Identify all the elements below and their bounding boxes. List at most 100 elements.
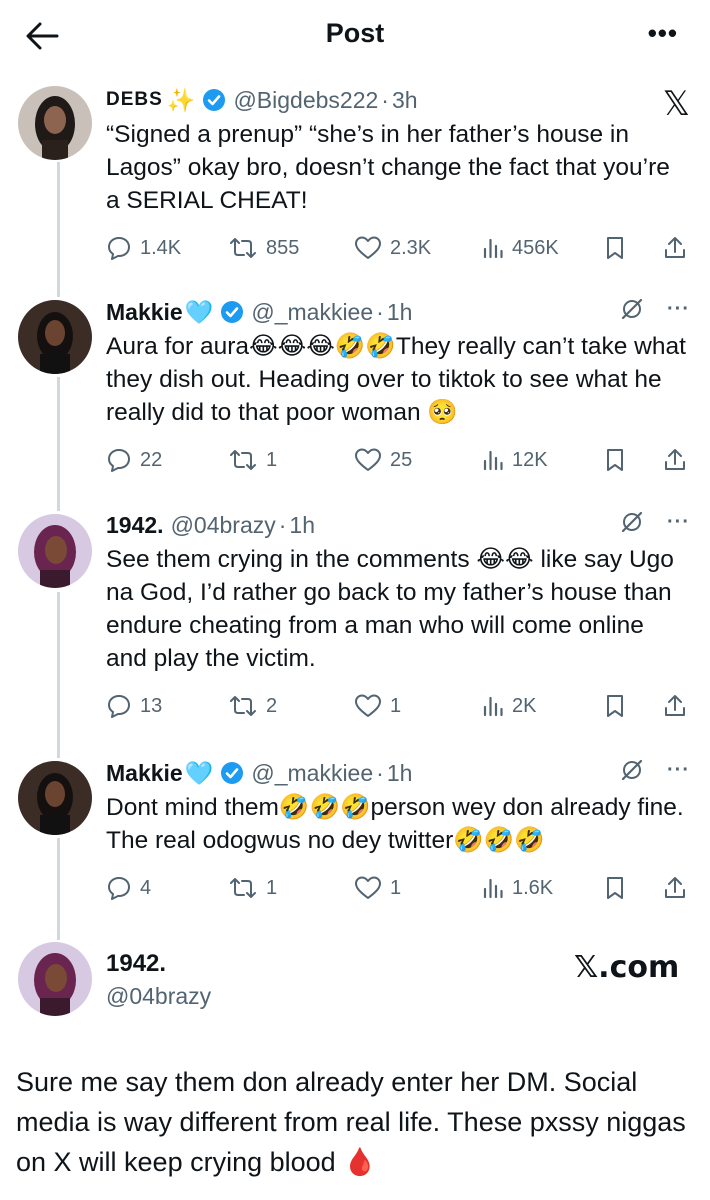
- like-count: 2.3K: [390, 236, 432, 259]
- author-handle[interactable]: @_makkiee: [251, 760, 373, 787]
- views-button[interactable]: 456K: [482, 231, 559, 265]
- avatar[interactable]: [18, 761, 92, 835]
- like-count: 25: [390, 448, 413, 471]
- repost-icon: [230, 878, 256, 898]
- author-name[interactable]: Makkie: [106, 299, 183, 326]
- repost-button[interactable]: 2: [228, 689, 277, 723]
- reply-button[interactable]: 22: [106, 443, 162, 477]
- reply-icon: [108, 877, 130, 900]
- like-button[interactable]: 1: [354, 871, 401, 905]
- share-icon: [665, 449, 685, 470]
- bookmark-button[interactable]: [604, 689, 626, 723]
- heart-icon: [355, 448, 381, 471]
- grok-icon[interactable]: [619, 757, 645, 783]
- light-blue-heart-emoji: 🩵: [184, 299, 214, 326]
- views-icon: [483, 878, 503, 899]
- tweet-text: Aura for aura😂😂😂🤣🤣They really can’t take…: [106, 333, 686, 426]
- views-icon: [483, 696, 503, 717]
- reply-count: 13: [140, 694, 163, 717]
- views-button[interactable]: 2K: [482, 689, 536, 723]
- reply-button[interactable]: 1.4K: [106, 231, 181, 265]
- action-bar: 1.4K 855 2.3K 456K: [106, 231, 690, 265]
- x-logo-icon: 𝕏: [662, 84, 690, 124]
- like-button[interactable]: 1: [354, 689, 401, 723]
- repost-button[interactable]: 1: [228, 871, 277, 905]
- verified-badge-icon: [220, 761, 244, 785]
- like-count: 1: [390, 694, 402, 717]
- light-blue-heart-emoji: 🩵: [184, 760, 214, 787]
- like-button[interactable]: 25: [354, 443, 412, 477]
- post-time[interactable]: 3h: [392, 87, 418, 114]
- more-options-icon[interactable]: ···: [667, 511, 690, 534]
- post-time[interactable]: 1h: [289, 512, 315, 539]
- share-icon: [665, 877, 685, 898]
- views-button[interactable]: 12K: [482, 443, 548, 477]
- avatar[interactable]: [18, 300, 92, 374]
- sparkles-emoji: ✨: [166, 87, 196, 114]
- repost-count: 855: [266, 236, 300, 259]
- reply-count: 4: [140, 876, 152, 899]
- tweet-text: See them crying in the comments 😂😂 like …: [106, 546, 674, 672]
- action-bar: 4 1 1 1.6K: [106, 871, 690, 905]
- reply-button[interactable]: 13: [106, 689, 162, 723]
- grok-icon[interactable]: [619, 296, 645, 322]
- repost-button[interactable]: 855: [228, 231, 299, 265]
- share-button[interactable]: [663, 871, 687, 905]
- thread-line: [57, 838, 60, 940]
- x-com-watermark: 𝕏.com: [574, 950, 680, 985]
- top-bar: Post •••: [0, 0, 710, 70]
- avatar[interactable]: [18, 514, 92, 588]
- repost-count: 2: [266, 694, 278, 717]
- views-icon: [483, 238, 503, 259]
- like-count: 1: [390, 876, 402, 899]
- like-button[interactable]: 2.3K: [354, 231, 431, 265]
- thread-line: [57, 377, 60, 511]
- bookmark-button[interactable]: [604, 231, 626, 265]
- post-caption: Sure me say them don already enter her D…: [16, 1067, 686, 1177]
- more-options-icon[interactable]: ···: [667, 298, 690, 321]
- post-time[interactable]: 1h: [387, 299, 413, 326]
- repost-button[interactable]: 1: [228, 443, 277, 477]
- repost-count: 1: [266, 876, 278, 899]
- view-count: 12K: [512, 448, 548, 471]
- share-icon: [665, 237, 685, 258]
- action-bar: 13 2 1 2K: [106, 689, 690, 723]
- thread-line: [57, 162, 60, 297]
- more-options-icon[interactable]: •••: [648, 18, 678, 49]
- reply-button[interactable]: 4: [106, 871, 151, 905]
- bookmark-button[interactable]: [604, 871, 626, 905]
- avatar[interactable]: [18, 86, 92, 160]
- views-button[interactable]: 1.6K: [482, 871, 553, 905]
- share-icon: [665, 695, 685, 716]
- reply-icon: [108, 449, 130, 472]
- repost-icon: [230, 696, 256, 716]
- tweet-text: Dont mind them🤣🤣🤣person wey don already …: [106, 794, 684, 854]
- bookmark-button[interactable]: [604, 443, 626, 477]
- page-title: Post: [325, 18, 385, 48]
- grok-icon[interactable]: [619, 509, 645, 535]
- author-name[interactable]: Makkie: [106, 760, 183, 787]
- author-handle[interactable]: @04brazy: [106, 983, 211, 1010]
- share-button[interactable]: [663, 231, 687, 265]
- author-name[interactable]: 1942.: [106, 512, 164, 539]
- share-button[interactable]: [663, 689, 687, 723]
- author-handle[interactable]: @04brazy: [171, 512, 276, 539]
- author-handle[interactable]: @Bigdebs222: [233, 87, 378, 114]
- author-name[interactable]: DEBS: [106, 89, 163, 111]
- author-name[interactable]: 1942.: [106, 950, 166, 978]
- repost-count: 1: [266, 448, 278, 471]
- action-bar: 22 1 25 12K: [106, 443, 690, 477]
- author-handle[interactable]: @_makkiee: [251, 299, 373, 326]
- avatar[interactable]: [18, 942, 92, 1016]
- view-count: 2K: [512, 694, 537, 717]
- verified-badge-icon: [202, 88, 226, 112]
- share-button[interactable]: [663, 443, 687, 477]
- heart-icon: [355, 876, 381, 899]
- post-time[interactable]: 1h: [387, 760, 413, 787]
- more-options-icon[interactable]: ···: [667, 759, 690, 782]
- tweet-text: “Signed a prenup” “she’s in her father’s…: [106, 121, 670, 214]
- repost-icon: [230, 238, 256, 258]
- reply-icon: [108, 237, 130, 260]
- reply-count: 1.4K: [140, 236, 182, 259]
- thread-line: [57, 592, 60, 758]
